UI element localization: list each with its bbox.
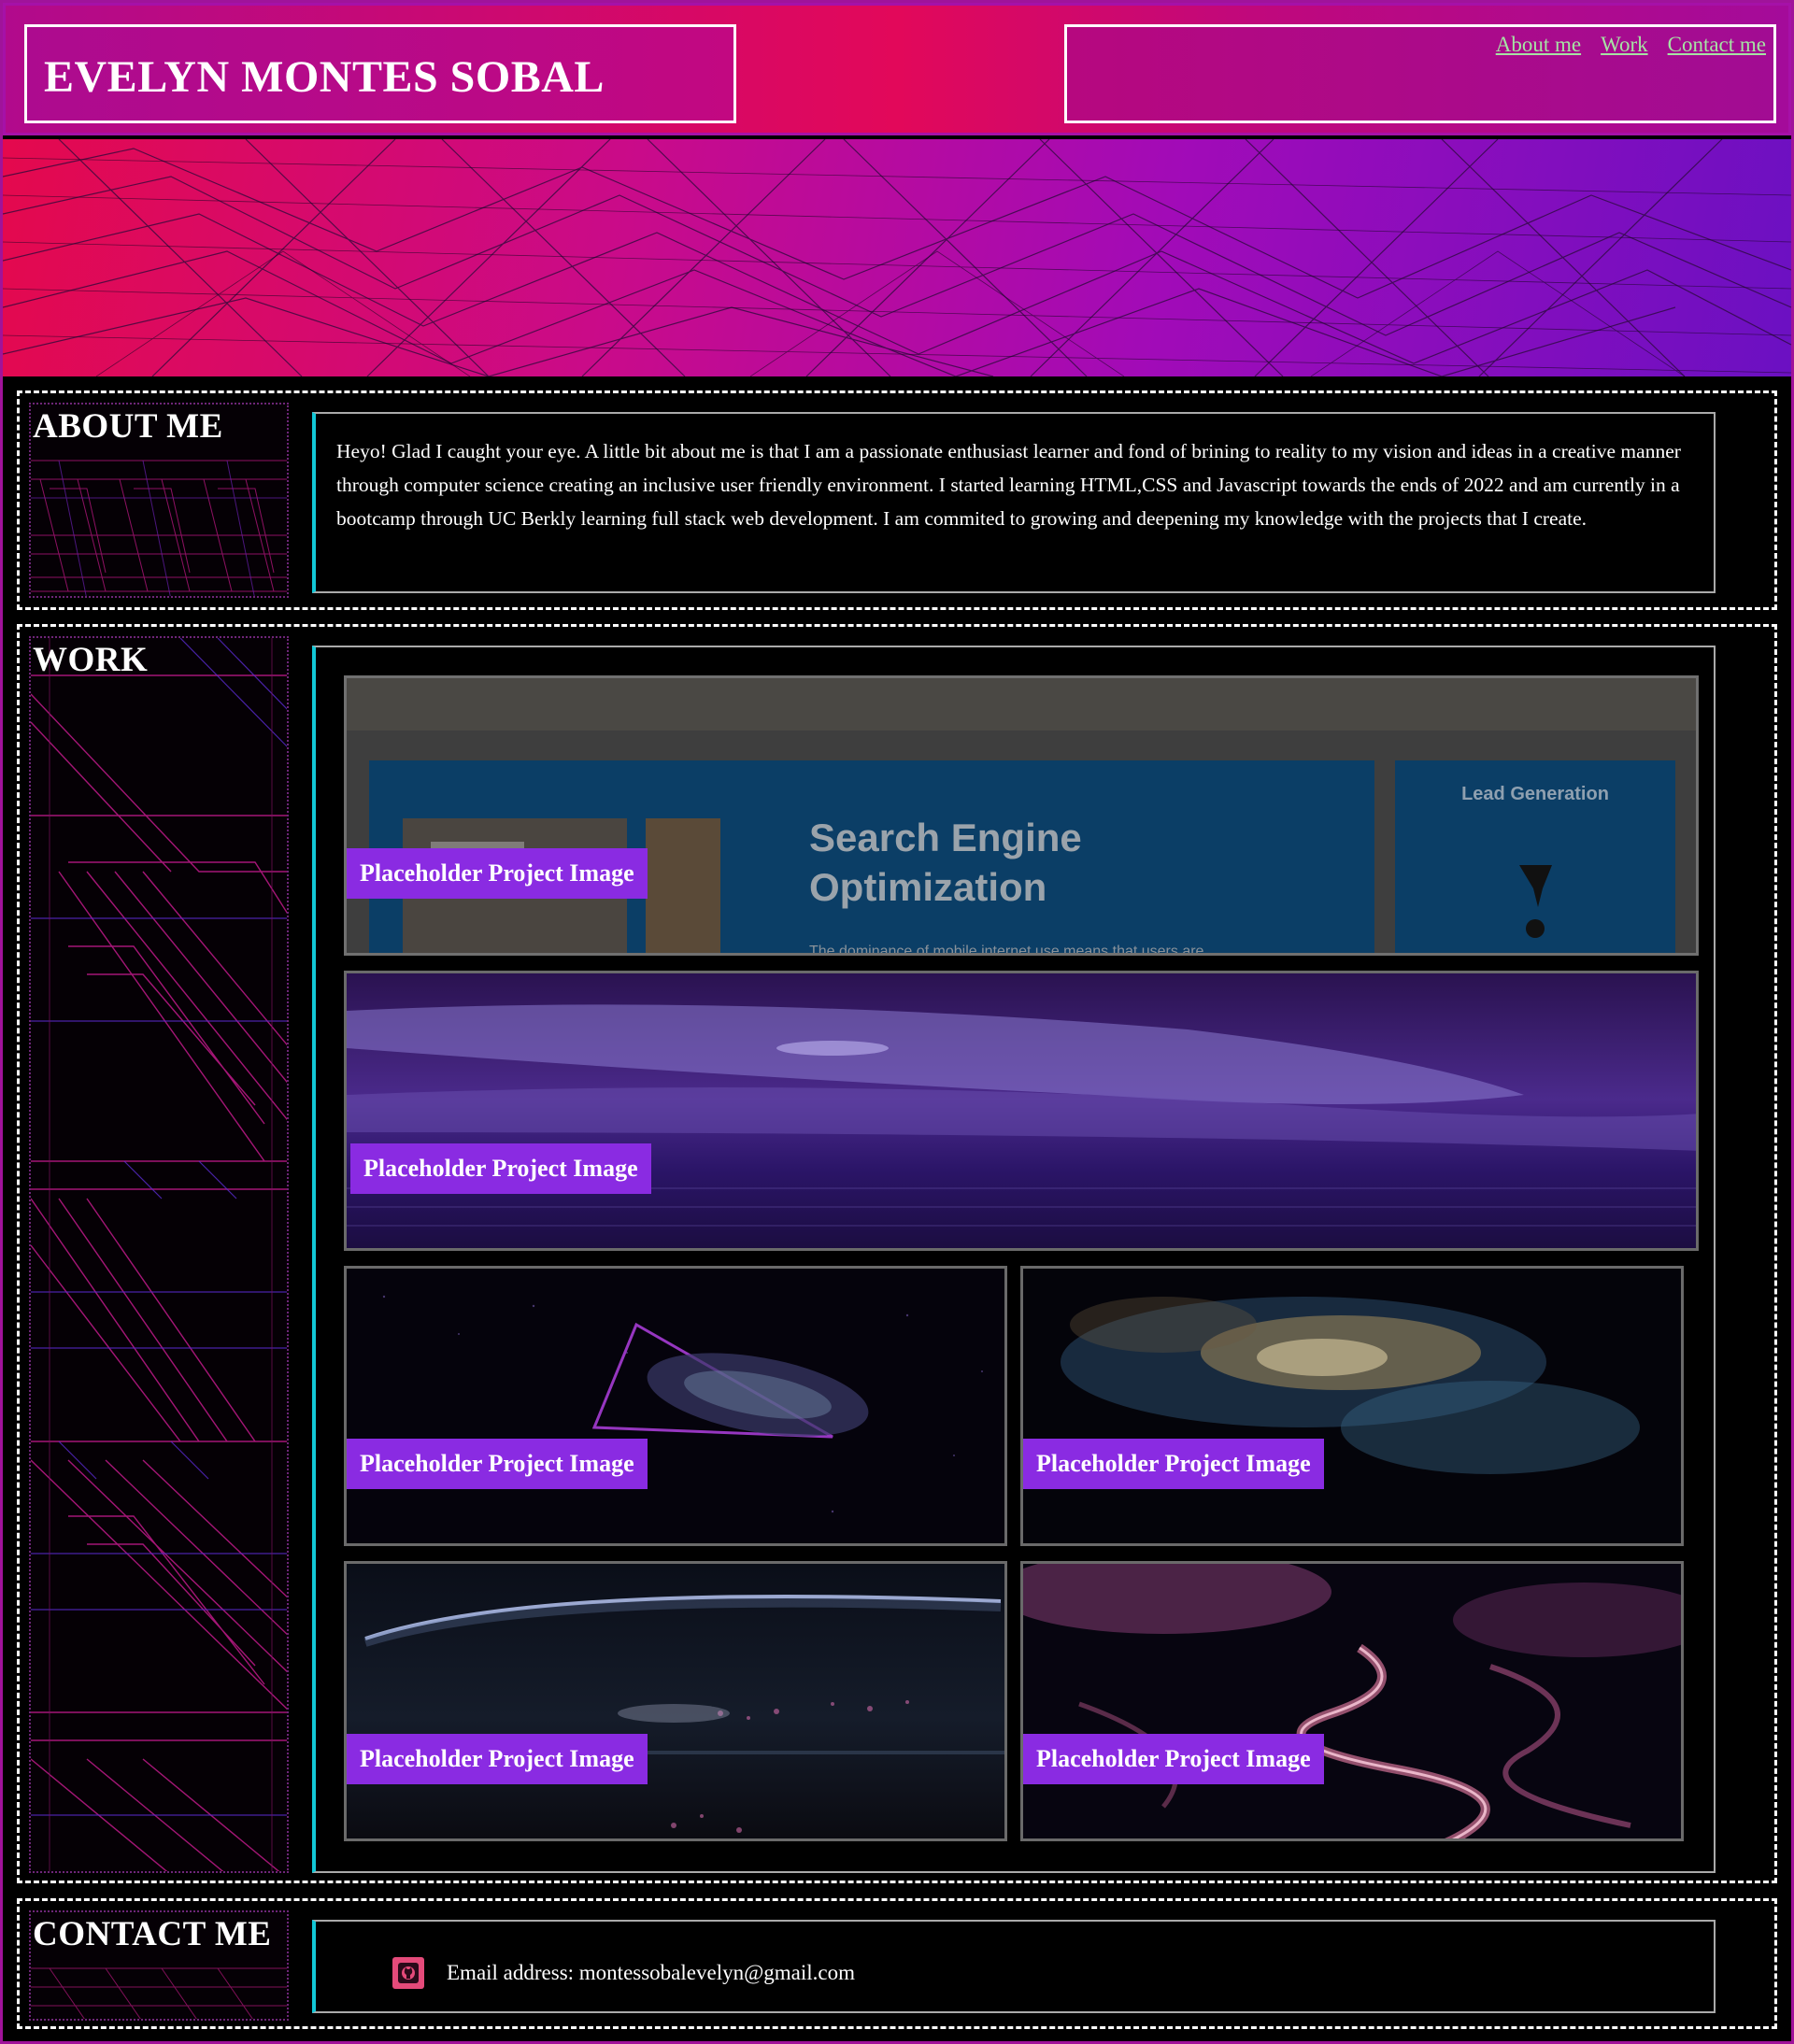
project-card-6[interactable]: Placeholder Project Image	[1020, 1561, 1684, 1841]
work-sidebar-pattern	[31, 638, 287, 1871]
github-icon[interactable]	[392, 1957, 424, 1989]
project-thumb-purple-wave	[347, 973, 1696, 1248]
github-glyph	[398, 1963, 419, 1983]
project-label-4: Placeholder Project Image	[1023, 1439, 1324, 1489]
work-section: WORK Search Engine Optimization The domi…	[17, 624, 1777, 1883]
main-nav: About me Work Contact me	[1496, 33, 1766, 57]
nav-link-work[interactable]: Work	[1601, 33, 1648, 57]
title-box: EVELYN MONTES SOBAL	[24, 24, 736, 123]
seo-title-line-2: Optimization	[809, 865, 1046, 909]
project-label-3: Placeholder Project Image	[347, 1439, 648, 1489]
about-text: Heyo! Glad I caught your eye. A little b…	[336, 440, 1681, 530]
hero-banner	[3, 139, 1791, 376]
contact-sidebar: CONTACT ME	[29, 1910, 289, 2021]
project-label-5: Placeholder Project Image	[347, 1734, 648, 1784]
project-label-2: Placeholder Project Image	[350, 1143, 651, 1194]
project-label-1: Placeholder Project Image	[347, 848, 648, 899]
project-card-1[interactable]: Search Engine Optimization The dominance…	[344, 675, 1699, 956]
project-thumb-seo: Search Engine Optimization The dominance…	[347, 678, 1696, 956]
site-header: EVELYN MONTES SOBAL About me Work Contac…	[3, 3, 1791, 135]
contact-content: Email address: montessobalevelyn@gmail.c…	[312, 1920, 1716, 2013]
project-thumb-blossom-river	[1023, 1564, 1681, 1838]
project-thumb-moon-shore	[347, 1564, 1004, 1838]
project-card-2[interactable]: Placeholder Project Image	[344, 971, 1699, 1251]
contact-section: CONTACT ME Email address: montessobaleve…	[17, 1898, 1777, 2029]
contact-heading: CONTACT ME	[33, 1915, 272, 1953]
nav-link-contact[interactable]: Contact me	[1668, 33, 1766, 57]
seo-side-title: Lead Generation	[1461, 784, 1609, 804]
about-sidebar: ABOUT ME	[29, 403, 289, 598]
work-heading: WORK	[33, 641, 149, 679]
project-card-3[interactable]: Placeholder Project Image	[344, 1266, 1007, 1546]
contact-row: Email address: montessobalevelyn@gmail.c…	[392, 1957, 855, 1989]
work-content: Search Engine Optimization The dominance…	[312, 646, 1716, 1873]
project-label-6: Placeholder Project Image	[1023, 1734, 1324, 1784]
about-heading: ABOUT ME	[33, 407, 223, 446]
site-title: EVELYN MONTES SOBAL	[44, 52, 605, 102]
project-card-4[interactable]: Placeholder Project Image	[1020, 1266, 1684, 1546]
nav-box: About me Work Contact me	[1064, 24, 1776, 123]
seo-caption: The dominance of mobile internet use mea…	[809, 944, 1204, 956]
project-thumb-nebula	[1023, 1269, 1681, 1543]
project-thumb-neon-prism	[347, 1269, 1004, 1543]
about-section: ABOUT ME Heyo! Glad I caught your eye. A…	[17, 390, 1777, 610]
project-card-5[interactable]: Placeholder Project Image	[344, 1561, 1007, 1841]
about-content: Heyo! Glad I caught your eye. A little b…	[312, 412, 1716, 593]
contact-email[interactable]: Email address: montessobalevelyn@gmail.c…	[447, 1961, 855, 1985]
work-sidebar: WORK	[29, 636, 289, 1873]
seo-title-line-1: Search Engine	[809, 816, 1082, 859]
nav-link-about[interactable]: About me	[1496, 33, 1581, 57]
hero-line-pattern	[3, 139, 1791, 376]
